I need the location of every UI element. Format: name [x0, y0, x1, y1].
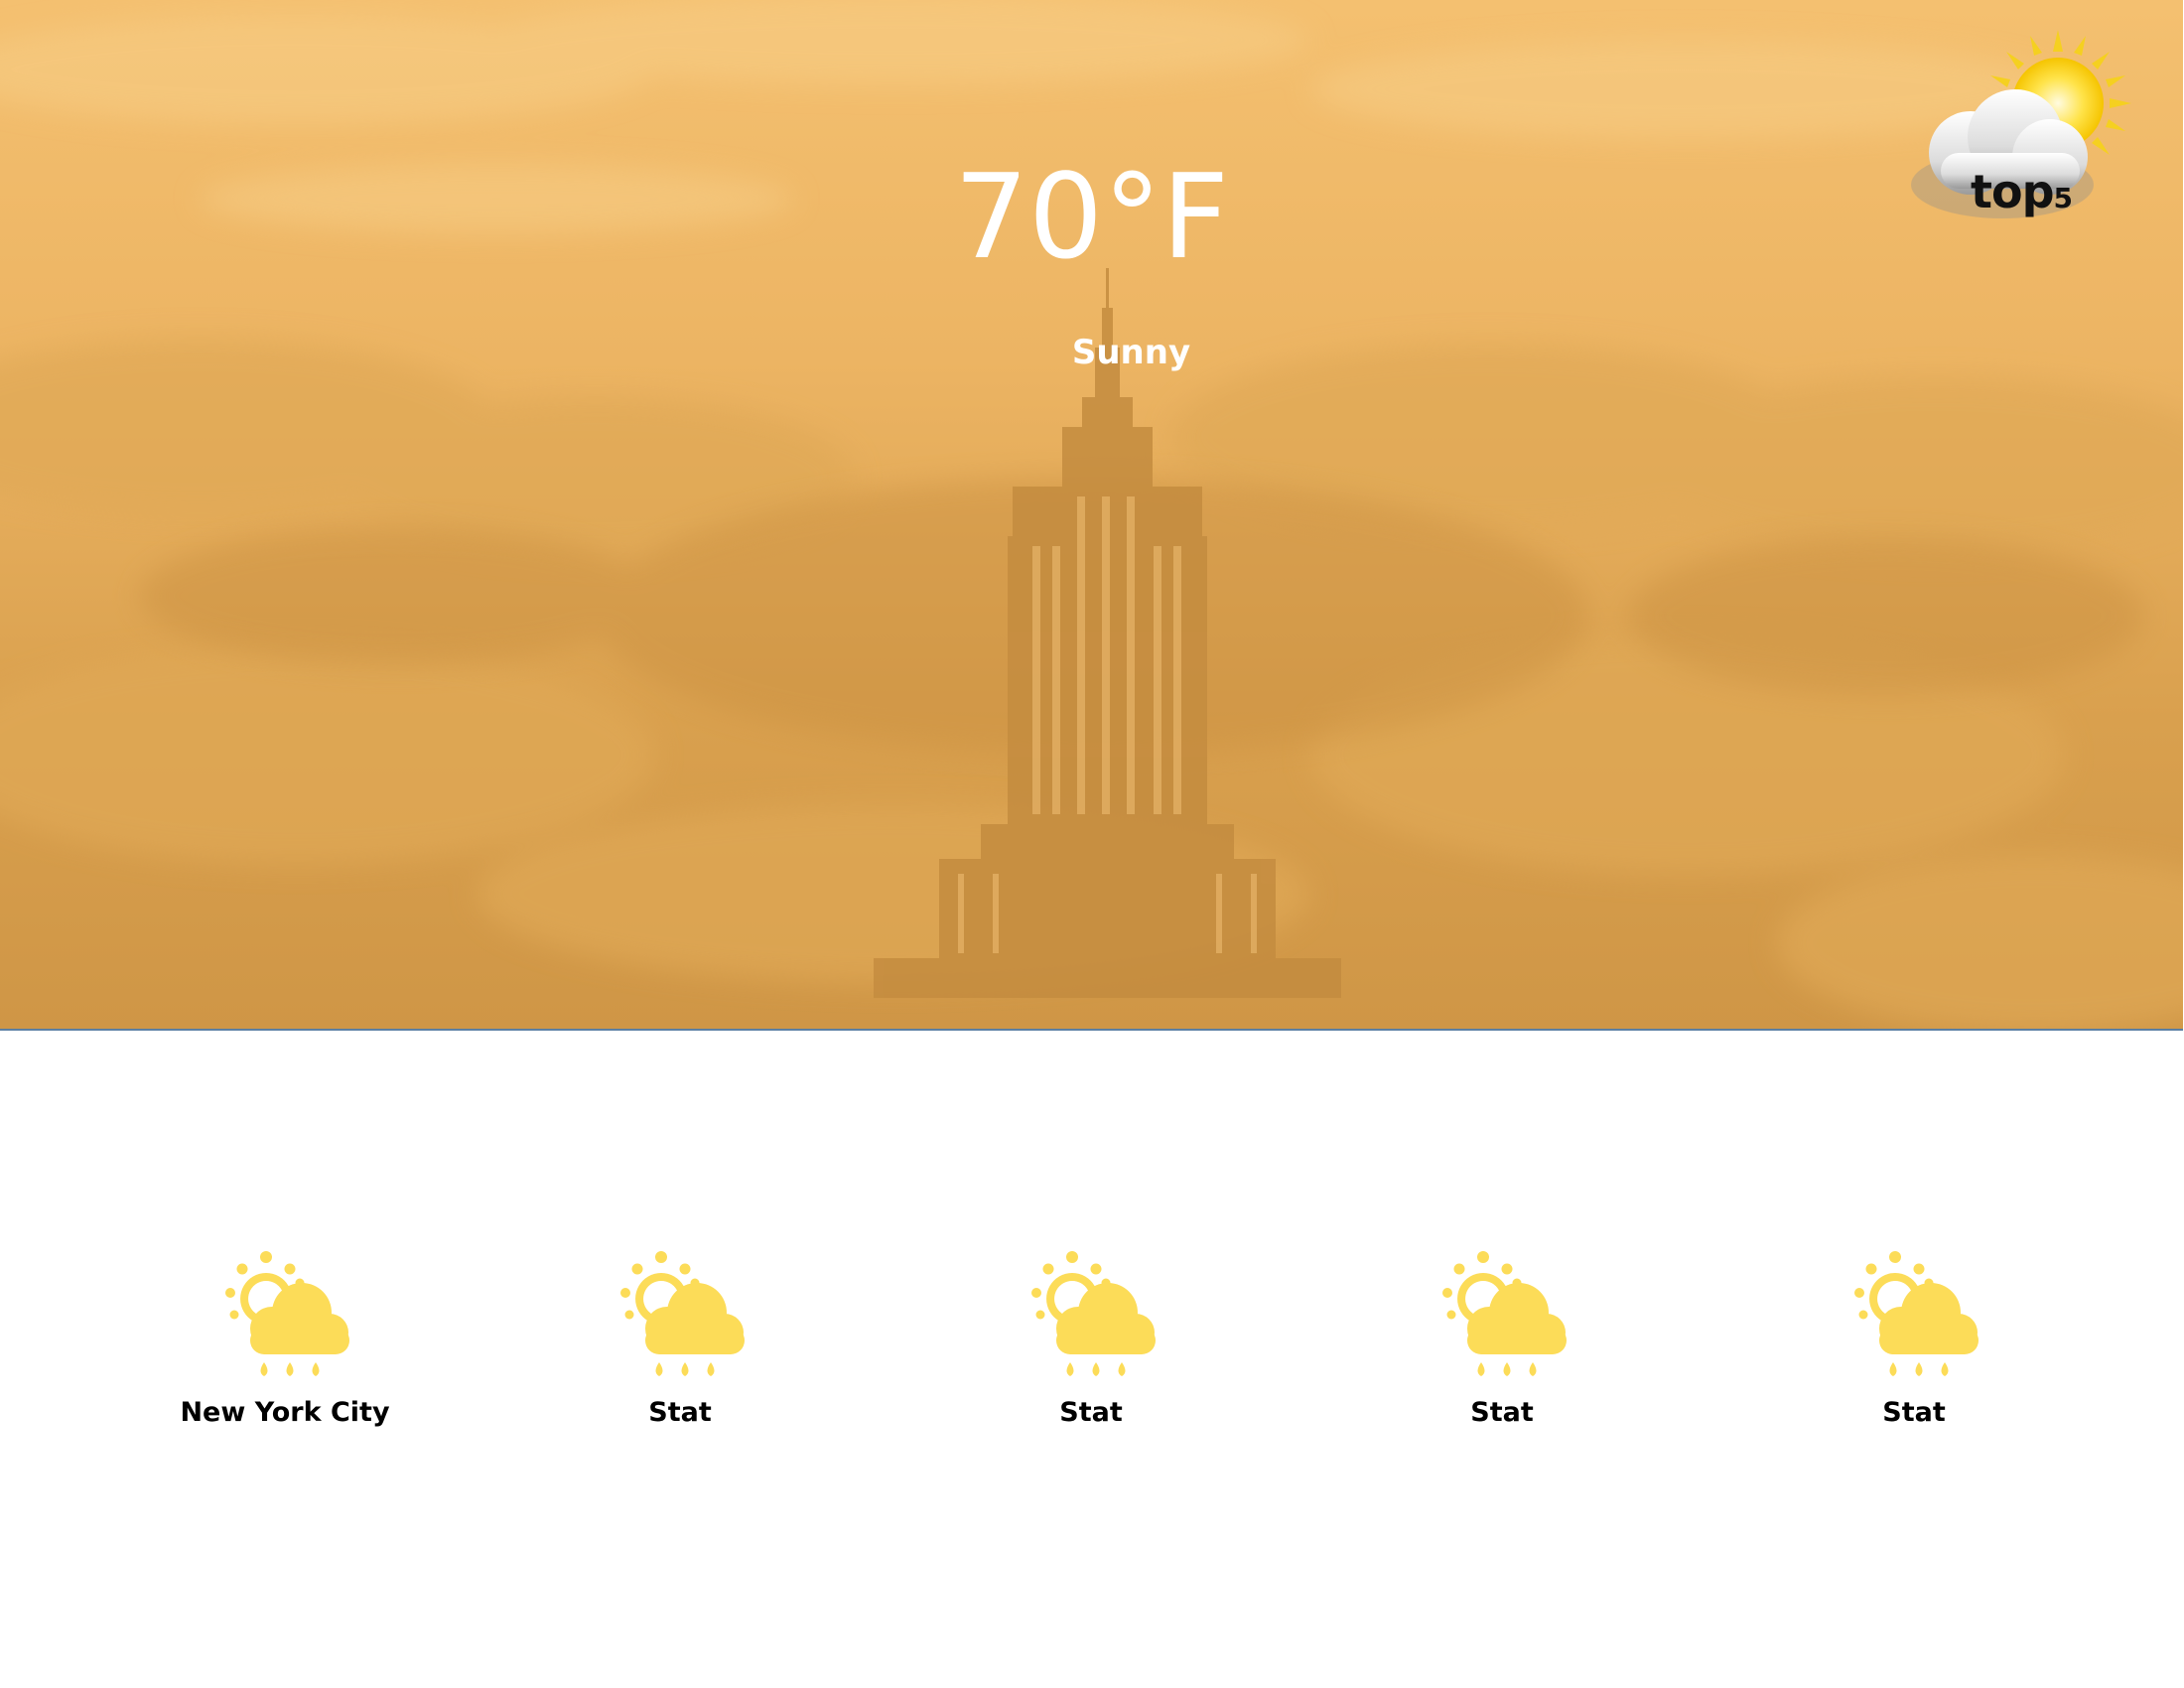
- forecast-row: New York City Stat Stat Stat Stat: [0, 1251, 2184, 1450]
- forecast-item-label: Stat: [648, 1397, 712, 1428]
- empire-state-building-image: [874, 268, 1341, 998]
- forecast-item[interactable]: New York City: [136, 1251, 434, 1430]
- brand-logo-main: top: [1971, 165, 2055, 218]
- forecast-item[interactable]: Stat: [1353, 1251, 1651, 1430]
- forecast-item-label: Stat: [1059, 1397, 1123, 1428]
- current-temperature: 70°F: [953, 148, 1230, 285]
- brand-logo-sub: 5: [2053, 182, 2074, 214]
- forecast-item[interactable]: Stat: [942, 1251, 1240, 1430]
- sun-cloud-rain-icon: [620, 1251, 745, 1376]
- current-condition: Sunny: [1071, 333, 1191, 372]
- hero-banner: 70°F Sunny top5: [0, 0, 2183, 1031]
- forecast-item[interactable]: Stat: [531, 1251, 829, 1430]
- brand-logo: top5: [1971, 165, 2074, 225]
- forecast-item-label: Stat: [1882, 1397, 1946, 1428]
- forecast-item-label: Stat: [1470, 1397, 1534, 1428]
- forecast-item[interactable]: Stat: [1765, 1251, 2063, 1430]
- sun-cloud-rain-icon: [1031, 1251, 1156, 1376]
- sun-cloud-rain-icon: [1854, 1251, 1979, 1376]
- sun-cloud-rain-icon: [225, 1251, 349, 1376]
- forecast-item-label: New York City: [180, 1397, 390, 1428]
- sun-cloud-rain-icon: [1442, 1251, 1567, 1376]
